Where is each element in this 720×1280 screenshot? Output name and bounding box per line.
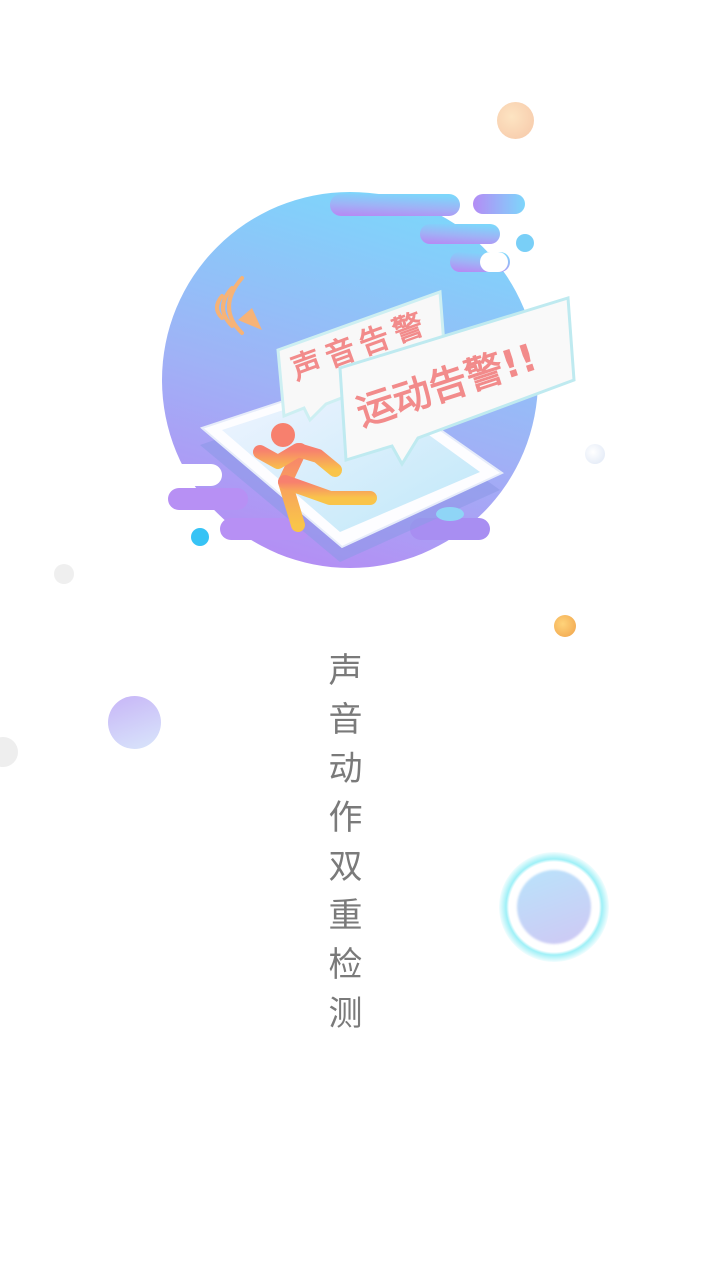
decorative-dot-gray-edge <box>0 737 18 767</box>
hero-illustration: 声音告警 运动告警!! <box>150 192 576 568</box>
decorative-dot-orange <box>554 615 576 637</box>
dot-cyan <box>191 528 209 546</box>
tagline: 声音动作双重检测 <box>322 652 362 1044</box>
decorative-dot-lilac <box>108 696 161 749</box>
decorative-dot-gray <box>54 564 74 584</box>
pill-purple-blue <box>473 194 525 214</box>
dot-blue-small <box>516 234 534 252</box>
decorative-glow-ring <box>499 852 609 962</box>
decorative-dot-peach <box>497 102 534 139</box>
